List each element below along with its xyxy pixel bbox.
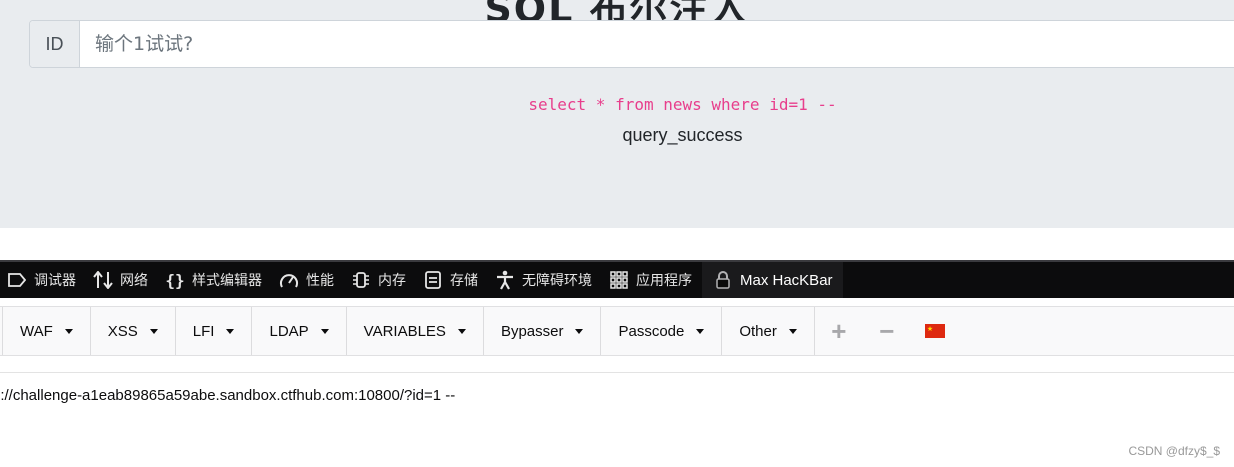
application-icon: [608, 269, 630, 291]
menu-ldap[interactable]: LDAP: [252, 307, 347, 355]
query-result-text: query_success: [622, 125, 743, 145]
menu-xss[interactable]: XSS: [91, 307, 176, 355]
menu-bypasser[interactable]: Bypasser: [484, 307, 602, 355]
remove-button[interactable]: −: [863, 307, 911, 355]
style-editor-icon: {}: [165, 270, 185, 290]
menu-variables[interactable]: VARIABLES: [347, 307, 484, 355]
caret-down-icon: [320, 328, 329, 334]
tab-storage[interactable]: 存储: [416, 262, 488, 298]
tab-application[interactable]: 应用程序: [602, 262, 702, 298]
plus-icon: +: [831, 315, 847, 346]
caret-down-icon: [226, 328, 235, 334]
menu-waf[interactable]: WAF: [2, 307, 91, 355]
caret-down-icon: [788, 328, 797, 334]
caret-down-icon: [457, 328, 466, 334]
china-flag-icon[interactable]: ★: [924, 324, 945, 338]
tab-style-editor[interactable]: {} 样式编辑器: [158, 262, 272, 298]
web-page-area: SQL 布尔注入 ID select * from news where id=…: [0, 0, 1234, 228]
tab-network[interactable]: 网络: [86, 262, 158, 298]
id-addon-label: ID: [30, 21, 80, 67]
tab-performance[interactable]: 性能: [272, 262, 344, 298]
memory-icon: [350, 269, 372, 291]
devtools-tab-bar: 调试器 网络 {} 样式编辑器 性能 内存 存储 无障碍环境 应用程序 Max …: [0, 260, 1234, 298]
id-input-group: ID: [29, 20, 1234, 68]
network-icon: [92, 269, 114, 291]
add-button[interactable]: +: [815, 307, 863, 355]
hackbar-toolbar: WAF XSS LFI LDAP VARIABLES Bypasser Pass…: [0, 306, 1234, 356]
lock-icon: [712, 269, 734, 291]
url-text: o://challenge-a1eab89865a59abe.sandbox.c…: [0, 387, 456, 404]
flag-star-icon: ★: [926, 326, 934, 333]
tab-debugger[interactable]: 调试器: [0, 262, 86, 298]
caret-down-icon: [575, 328, 584, 334]
minus-icon: −: [879, 315, 895, 346]
performance-icon: [278, 269, 300, 291]
caret-down-icon: [64, 328, 73, 334]
sql-query-text: select * from news where id=1 --: [528, 95, 837, 114]
caret-down-icon: [696, 328, 705, 334]
tab-max-hackbar[interactable]: Max HacKBar: [702, 262, 843, 298]
menu-lfi[interactable]: LFI: [176, 307, 253, 355]
menu-passcode[interactable]: Passcode: [601, 307, 723, 355]
menu-other[interactable]: Other: [722, 307, 815, 355]
tab-memory[interactable]: 内存: [344, 262, 416, 298]
csdn-watermark: CSDN @dfzy$_$: [1128, 444, 1220, 458]
id-input[interactable]: [80, 21, 1234, 67]
url-textarea[interactable]: o://challenge-a1eab89865a59abe.sandbox.c…: [0, 372, 1234, 467]
caret-down-icon: [149, 328, 158, 334]
storage-icon: [422, 269, 444, 291]
debugger-icon: [6, 269, 28, 291]
tab-accessibility[interactable]: 无障碍环境: [488, 262, 602, 298]
accessibility-icon: [494, 269, 516, 291]
